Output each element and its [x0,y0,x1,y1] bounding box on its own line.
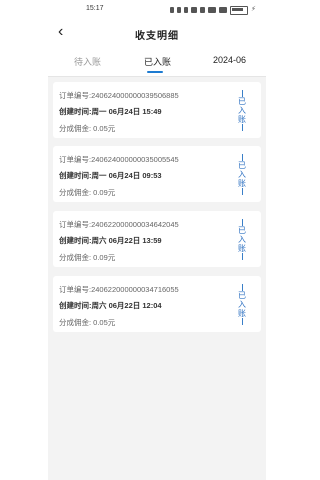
status-badge: 已 入 账 [237,151,247,197]
created-time: 创建时间:周一 06月24日 09:53 [59,171,162,180]
vibrate-icon [177,7,181,13]
nfc-icon [170,7,174,13]
tab-pending[interactable]: 待入账 [74,55,101,68]
status-divider [241,123,243,131]
status-char: 入 [238,105,246,115]
signal-2-icon [219,7,227,13]
record-card[interactable]: 订单编号:240622000000034642045 创建时间:周六 06月22… [53,211,261,267]
tab-bar: 待入账 已入账 2024-06 [48,46,266,77]
commission: 分成佣金: 0.09元 [59,188,116,197]
status-char: 入 [238,169,246,179]
app-screen: 15:17 ⚡ ‹ 收支明细 待入账 已入账 2024-06 订单编号:2406… [48,0,266,480]
status-badge: 已 入 账 [237,281,247,327]
status-char: 已 [238,290,246,300]
bluetooth-icon [184,7,188,13]
status-char: 入 [238,299,246,309]
page-title: 收支明细 [135,31,179,42]
record-card[interactable]: 订单编号:240624000000035005545 创建时间:周一 06月24… [53,146,261,202]
status-divider [241,252,243,260]
status-badge: 已 入 账 [237,216,247,262]
status-badge: 已 入 账 [237,87,247,133]
status-icons: ⚡ [170,5,256,15]
order-number: 订单编号:240622000000034716055 [59,285,179,294]
status-char: 已 [238,160,246,170]
status-divider [241,187,243,195]
status-char: 账 [238,308,246,318]
charging-icon: ⚡ [251,6,256,13]
header: ‹ 收支明细 [48,20,266,46]
commission: 分成佣金: 0.09元 [59,253,116,262]
status-divider [241,153,243,161]
created-time: 创建时间:周六 06月22日 12:04 [59,301,162,310]
status-char: 账 [238,114,246,124]
signal-icon [208,7,216,13]
order-number: 订单编号:240624000000039506885 [59,91,179,100]
record-card[interactable]: 订单编号:240622000000034716055 创建时间:周六 06月22… [53,276,261,332]
status-time: 15:17 [86,5,104,12]
wifi-icon [200,7,205,13]
status-char: 账 [238,178,246,188]
data-speed-icon [191,7,197,13]
created-time: 创建时间:周一 06月24日 15:49 [59,107,162,116]
status-divider [241,283,243,291]
status-bar: 15:17 ⚡ [48,0,266,20]
order-number: 订单编号:240624000000035005545 [59,155,179,164]
commission: 分成佣金: 0.05元 [59,318,116,327]
status-char: 已 [238,225,246,235]
battery-icon [230,5,248,15]
active-tab-indicator [147,71,163,73]
status-char: 已 [238,96,246,106]
status-char: 入 [238,234,246,244]
status-divider [241,218,243,226]
created-time: 创建时间:周六 06月22日 13:59 [59,236,162,245]
record-card[interactable]: 订单编号:240624000000039506885 创建时间:周一 06月24… [53,82,261,138]
status-divider [241,89,243,97]
status-divider [241,317,243,325]
status-char: 账 [238,243,246,253]
order-number: 订单编号:240622000000034642045 [59,220,179,229]
commission: 分成佣金: 0.05元 [59,124,116,133]
tab-month-filter[interactable]: 2024-06 [213,55,246,65]
tab-credited[interactable]: 已入账 [144,55,171,68]
